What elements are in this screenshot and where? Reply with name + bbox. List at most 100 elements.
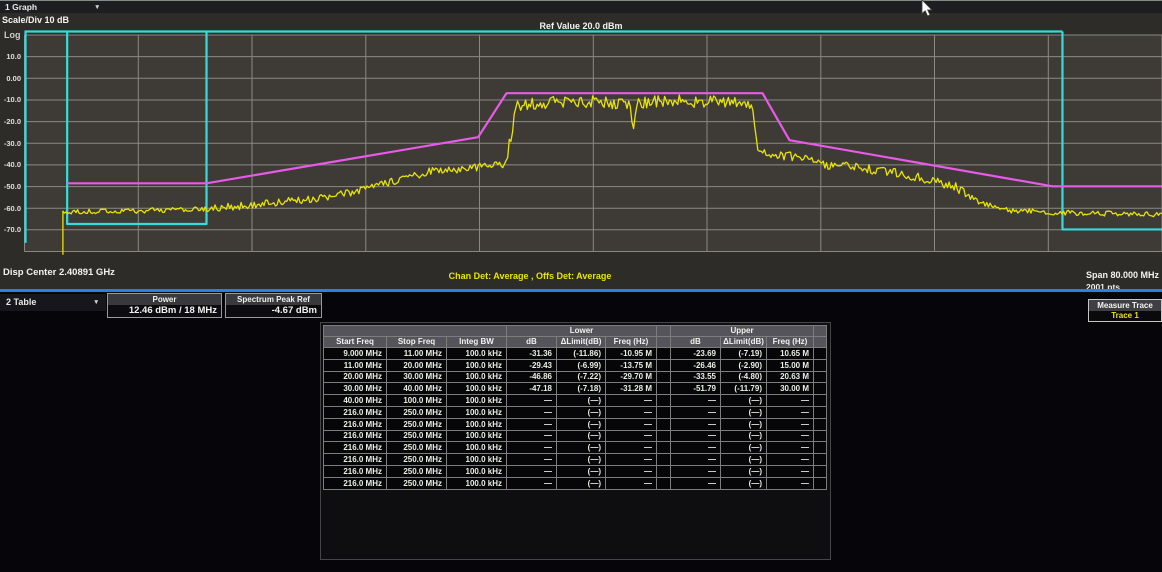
table-cell: -31.28 M bbox=[606, 383, 657, 395]
spectrum-graph bbox=[0, 0, 1162, 289]
y-axis-label: -10.0 bbox=[0, 95, 21, 104]
table-cell: (—) bbox=[721, 395, 767, 407]
table-cell: — bbox=[767, 442, 814, 454]
table-cell-spacer bbox=[814, 454, 827, 466]
y-axis-label: 0.00 bbox=[0, 74, 21, 83]
power-readout: Power 12.46 dBm / 18 MHz bbox=[107, 293, 222, 318]
table-cell: (—) bbox=[721, 431, 767, 443]
table-group-upper: Upper bbox=[671, 326, 814, 337]
table-cell: 216.0 MHz bbox=[324, 407, 387, 419]
table-cell: (—) bbox=[721, 466, 767, 478]
table-cell-spacer bbox=[814, 431, 827, 443]
table-cell-spacer bbox=[814, 383, 827, 395]
table-cell: 250.0 MHz bbox=[387, 431, 447, 443]
table-cell: 10.65 M bbox=[767, 348, 814, 360]
table-column-header: dB bbox=[507, 337, 557, 349]
table-column-header: Integ BW bbox=[447, 337, 507, 349]
table-cell-spacer bbox=[657, 466, 671, 478]
table-column-header: dB bbox=[671, 337, 721, 349]
table-cell: -13.75 M bbox=[606, 360, 657, 372]
table-column-header: Start Freq bbox=[324, 337, 387, 349]
table-cell: (-6.99) bbox=[557, 360, 606, 372]
table-cell-spacer bbox=[814, 407, 827, 419]
table-cell: 100.0 kHz bbox=[447, 466, 507, 478]
measure-trace-value: Trace 1 bbox=[1089, 311, 1161, 321]
table-cell: -31.36 bbox=[507, 348, 557, 360]
table-column-header: Freq (Hz) bbox=[606, 337, 657, 349]
table-cell: 9.000 MHz bbox=[324, 348, 387, 360]
table-cell: 15.00 M bbox=[767, 360, 814, 372]
table-cell-spacer bbox=[814, 442, 827, 454]
table-group-spacer bbox=[324, 326, 507, 337]
measure-trace-control[interactable]: Measure Trace Trace 1 bbox=[1088, 299, 1162, 322]
table-cell: — bbox=[767, 395, 814, 407]
disp-center-label: Disp Center 2.40891 GHz bbox=[3, 267, 115, 278]
table-cell: — bbox=[507, 466, 557, 478]
power-label: Power bbox=[108, 294, 221, 305]
analyzer-screen: 1 Graph ▼ Scale/Div 10 dB Ref Value 20.0… bbox=[0, 0, 1162, 572]
y-axis-label: -70.0 bbox=[0, 225, 21, 234]
measure-trace-label: Measure Trace bbox=[1089, 300, 1161, 311]
table-cell: — bbox=[671, 407, 721, 419]
table-cell: 216.0 MHz bbox=[324, 431, 387, 443]
table-cell: (-7.18) bbox=[557, 383, 606, 395]
table-cell: -46.86 bbox=[507, 372, 557, 384]
table-cell: — bbox=[606, 431, 657, 443]
table-cell-spacer bbox=[814, 419, 827, 431]
power-value: 12.46 dBm / 18 MHz bbox=[108, 305, 221, 317]
table-cell: 216.0 MHz bbox=[324, 478, 387, 490]
table-view-selector[interactable]: 2 Table ▼ bbox=[0, 294, 106, 311]
table-cell: 40.00 MHz bbox=[324, 395, 387, 407]
graph-section: 1 Graph ▼ Scale/Div 10 dB Ref Value 20.0… bbox=[0, 0, 1162, 289]
table-cell: — bbox=[507, 478, 557, 490]
table-cell: (—) bbox=[721, 419, 767, 431]
table-cell: (-4.80) bbox=[721, 372, 767, 384]
table-cell: 20.00 MHz bbox=[387, 360, 447, 372]
table-cell-spacer bbox=[814, 466, 827, 478]
span-label: Span 80.000 MHz bbox=[1086, 270, 1159, 280]
y-axis-label: -30.0 bbox=[0, 139, 21, 148]
graph-view-selector[interactable]: 1 Graph ▼ bbox=[0, 0, 1162, 13]
table-column-header bbox=[657, 337, 671, 349]
table-cell: — bbox=[606, 442, 657, 454]
table-cell: (—) bbox=[557, 442, 606, 454]
table-cell: (-2.90) bbox=[721, 360, 767, 372]
table-cell-spacer bbox=[814, 395, 827, 407]
table-cell: — bbox=[606, 454, 657, 466]
table-cell: — bbox=[767, 466, 814, 478]
table-cell: 250.0 MHz bbox=[387, 454, 447, 466]
table-cell: 100.0 kHz bbox=[447, 395, 507, 407]
table-cell: (—) bbox=[557, 454, 606, 466]
table-cell: 100.0 kHz bbox=[447, 419, 507, 431]
table-cell: -29.70 M bbox=[606, 372, 657, 384]
table-column-header: ΔLimit(dB) bbox=[721, 337, 767, 349]
table-cell: 100.0 kHz bbox=[447, 372, 507, 384]
table-cell: — bbox=[507, 395, 557, 407]
table-cell: — bbox=[671, 466, 721, 478]
table-cell: 30.00 MHz bbox=[387, 372, 447, 384]
log-scale-label: Log bbox=[4, 30, 21, 40]
table-cell: -29.43 bbox=[507, 360, 557, 372]
table-cell: 100.0 kHz bbox=[447, 383, 507, 395]
table-cell-spacer bbox=[814, 360, 827, 372]
table-cell: 216.0 MHz bbox=[324, 419, 387, 431]
table-cell-spacer bbox=[657, 407, 671, 419]
table-cell-spacer bbox=[657, 442, 671, 454]
ref-value-label: Ref Value 20.0 dBm bbox=[0, 21, 1162, 31]
table-cell: (-7.19) bbox=[721, 348, 767, 360]
table-cell: — bbox=[671, 454, 721, 466]
table-cell: 40.00 MHz bbox=[387, 383, 447, 395]
table-cell: 250.0 MHz bbox=[387, 442, 447, 454]
table-column-header: Freq (Hz) bbox=[767, 337, 814, 349]
table-section: 2 Table ▼ Power 12.46 dBm / 18 MHz Spect… bbox=[0, 292, 1162, 572]
y-axis-label: -40.0 bbox=[0, 160, 21, 169]
table-cell: — bbox=[507, 407, 557, 419]
table-cell: 216.0 MHz bbox=[324, 442, 387, 454]
table-cell: — bbox=[507, 431, 557, 443]
spectrum-peak-ref-label: Spectrum Peak Ref bbox=[226, 294, 321, 305]
table-cell: — bbox=[671, 419, 721, 431]
table-cell: — bbox=[671, 478, 721, 490]
table-cell: (-11.79) bbox=[721, 383, 767, 395]
table-cell: — bbox=[767, 478, 814, 490]
table-cell-spacer bbox=[657, 395, 671, 407]
